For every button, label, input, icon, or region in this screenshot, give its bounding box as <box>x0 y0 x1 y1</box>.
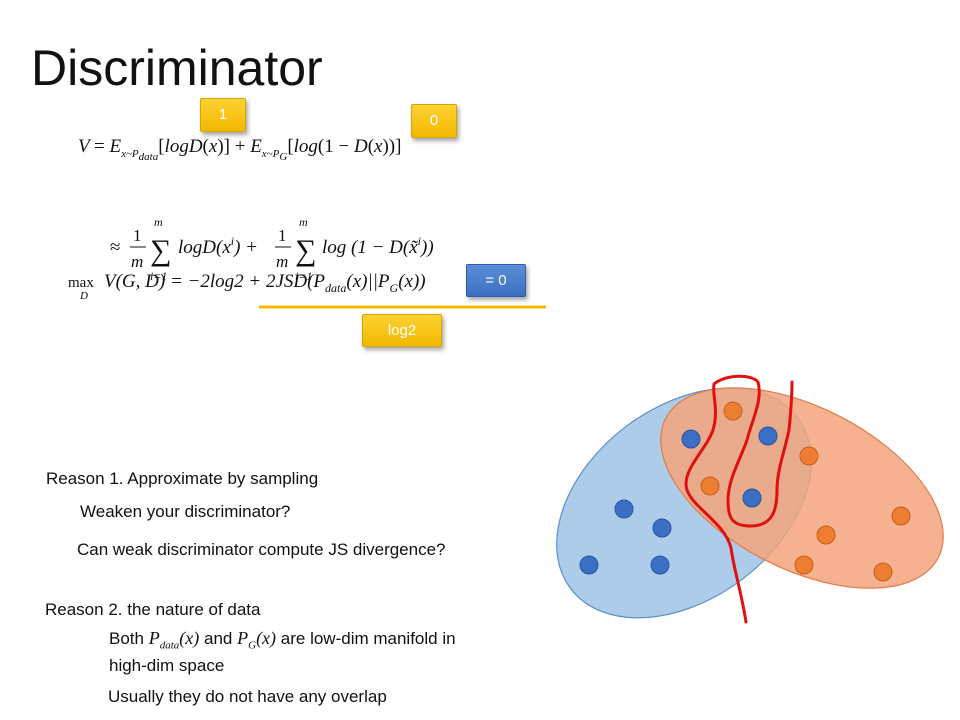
no-overlap-text: Usually they do not have any overlap <box>108 687 387 706</box>
weak-js-divergence-text: Can weak discriminator compute JS diverg… <box>77 540 446 559</box>
svg-text:1: 1 <box>278 226 287 245</box>
blue-point <box>652 518 672 538</box>
svg-text:∑: ∑ <box>295 234 316 267</box>
manifold-text: Both Pdata(x) and PG(x) are low-dim mani… <box>109 628 456 652</box>
svg-text:log (1 − D(x̃i)): log (1 − D(x̃i)) <box>322 234 434 258</box>
svg-text:1: 1 <box>133 226 142 245</box>
blue-point <box>650 555 670 575</box>
orange-point <box>816 525 836 545</box>
svg-text:m: m <box>131 252 143 271</box>
orange-point <box>799 446 819 466</box>
svg-text:m: m <box>154 215 163 229</box>
svg-text:m: m <box>276 252 288 271</box>
orange-point <box>723 401 743 421</box>
both-suffix: are low-dim manifold in <box>280 629 456 648</box>
svg-text:V(G, D) = −2log2 + 2JSD(Pdata(: V(G, D) = −2log2 + 2JSD(Pdata(x)||PG(x)) <box>104 271 426 295</box>
weaken-discriminator-text: Weaken your discriminator? <box>80 502 291 521</box>
distribution-diagram <box>556 374 944 624</box>
both-and: and <box>204 629 233 648</box>
svg-text:D: D <box>79 290 88 302</box>
blue-point <box>579 555 599 575</box>
orange-point <box>700 476 720 496</box>
svg-text:m: m <box>299 215 308 229</box>
orange-point <box>891 506 911 526</box>
orange-point <box>794 555 814 575</box>
svg-text:≈: ≈ <box>110 237 120 258</box>
svg-text:max: max <box>68 275 94 291</box>
p-g-symbol: PG(x) <box>237 628 277 652</box>
blue-point <box>681 429 701 449</box>
svg-text:logD(xi) +: logD(xi) + <box>178 234 258 258</box>
tag-equals-zero: = 0 <box>466 264 526 297</box>
reason-1: Reason 1. Approximate by sampling <box>46 469 319 488</box>
blue-point <box>614 499 634 519</box>
equation-max-objective: max D V(G, D) = −2log2 + 2JSD(Pdata(x)||… <box>68 271 426 302</box>
svg-text:∑: ∑ <box>150 234 171 267</box>
p-data-symbol: Pdata(x) <box>148 628 200 652</box>
orange-point <box>873 562 893 582</box>
high-dim-text: high-dim space <box>109 656 225 675</box>
reason-2: Reason 2. the nature of data <box>45 600 261 619</box>
blue-point <box>758 426 778 446</box>
tag-log2: log2 <box>362 314 442 347</box>
blue-point <box>742 488 762 508</box>
both-prefix: Both <box>109 629 144 648</box>
